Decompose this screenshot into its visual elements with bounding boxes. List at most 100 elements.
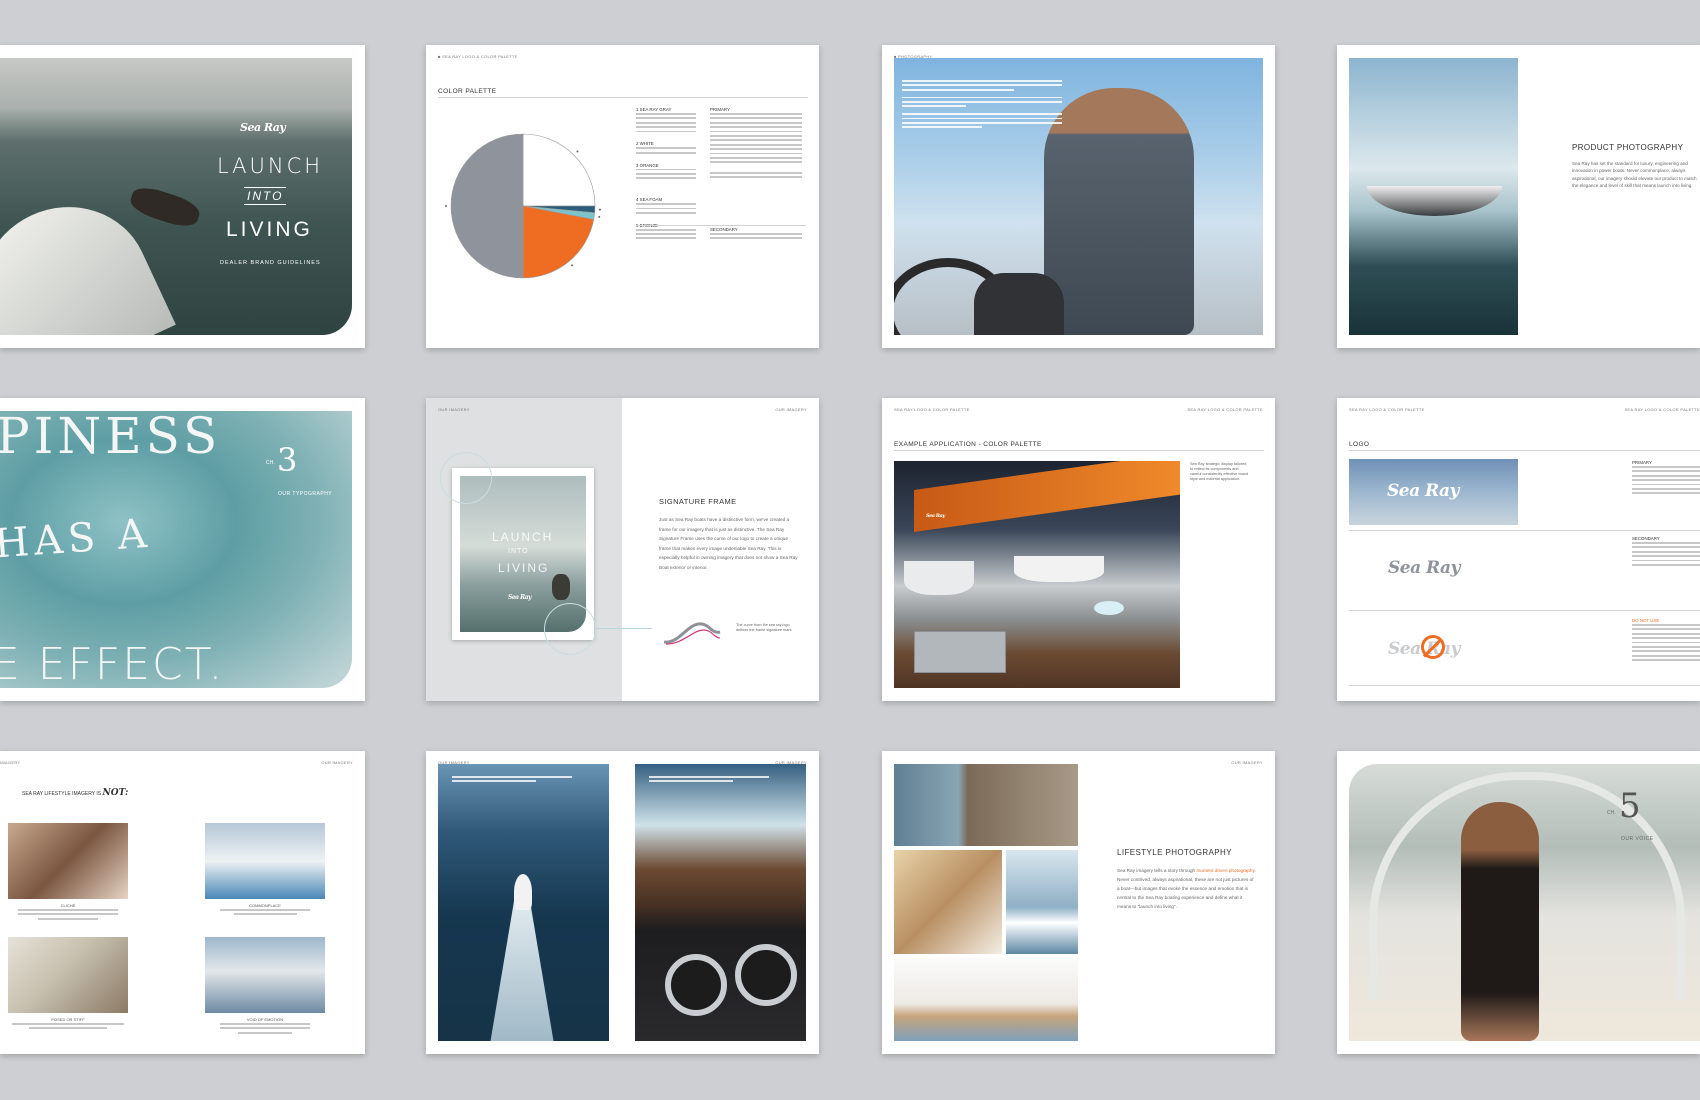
desc-void [220, 1023, 310, 1036]
title-rule [894, 450, 1264, 451]
page-header-right: SEA RAY LOGO & COLOR PALETTE [1187, 407, 1263, 412]
lifestyle-body-start: Sea Ray imagery tells a story through [1117, 868, 1196, 873]
thumb-commonplace [205, 823, 325, 899]
donot-label: DO NOT USE [1632, 618, 1660, 623]
primary-block: PRIMARY [710, 107, 802, 181]
secondary-label: SECONDARY [710, 227, 738, 232]
photo-selfie [894, 850, 1002, 954]
spread-imagery-boats[interactable]: OUR IMAGERY OUR IMAGERY [426, 751, 819, 1054]
boat-display-2 [904, 561, 974, 595]
big-type-top: PINESS [0, 411, 222, 465]
photo-wakeboard [1006, 850, 1078, 954]
page-header-left: SEA RAY LOGO & COLOR PALETTE [894, 407, 970, 412]
logo-gray: Sea Ray [1388, 558, 1460, 578]
lifestyle-body-end: . Never contrived, always aspirational, … [1117, 868, 1256, 909]
woman-boat-photo: CH. 5 OUR VOICE [1349, 764, 1700, 1041]
gauge-1 [665, 954, 727, 1016]
product-body: Sea Ray has set the standard for luxury,… [1572, 161, 1697, 189]
swatch-list: 1 SEA RAY GRAY 2 WHITE 3 ORANGE 4 SEA FO… [636, 107, 696, 242]
pie-marker-white [576, 150, 579, 153]
chapter-label: CH. [266, 460, 275, 466]
caption-cliche: CLICHÉ [60, 903, 76, 908]
spread-color-palette[interactable]: ■ SEA RAY LOGO & COLOR PALETTE COLOR PAL… [426, 45, 819, 348]
floor-light [1094, 601, 1124, 615]
secondary-block: SECONDARY [710, 227, 802, 242]
callout-line [594, 628, 652, 629]
spread-our-voice[interactable]: CH. 5 OUR VOICE [1337, 751, 1700, 1054]
cover-photo: Sea Ray LAUNCH INTO LIVING DEALER BRAND … [0, 58, 352, 335]
page-header-right: OUR IMAGERY [321, 760, 353, 765]
title-rule [438, 97, 808, 98]
page-header-left: ■ SEA RAY LOGO & COLOR PALETTE [438, 54, 518, 59]
logo-on-photo: Sea Ray [1349, 459, 1518, 525]
overlay-text-right [649, 776, 769, 785]
inset-title-3: LIVING [498, 561, 550, 575]
side-note: Sea Ray strategic display tailored to re… [1190, 462, 1249, 481]
boat-deck-gauges-photo [635, 764, 806, 1041]
title-rule [1349, 450, 1700, 451]
overlay-text-left [452, 776, 572, 785]
inset-logo: Sea Ray [508, 594, 532, 601]
swatch-3: 3 ORANGE [636, 162, 659, 168]
lifestyle-body: Sea Ray imagery tells a story through mo… [1117, 866, 1257, 911]
overlay-text [902, 80, 1062, 131]
logo-rule-1 [1349, 530, 1700, 531]
swatch-2: 2 WHITE [636, 141, 654, 147]
spread-product-photography[interactable]: PRODUCT PHOTOGRAPHY Sea Ray has set the … [1337, 45, 1700, 348]
boat-shape [1367, 186, 1502, 216]
caption-commonplace: COMMONPLACE [249, 903, 281, 908]
cover-title-1: LAUNCH [217, 154, 324, 178]
not-title-text: SEA RAY LIFESTYLE IMAGERY IS [22, 791, 102, 797]
pie-slice-white [522, 133, 596, 207]
logo-white: Sea Ray [1387, 481, 1459, 501]
signature-heading: SIGNATURE FRAME [659, 497, 737, 506]
thumb-void [205, 937, 325, 1013]
blurred-sea-photo: PINESS HAS A E EFFECT. CH. 3 OUR TYPOGRA… [0, 411, 352, 688]
page-header-left: OUR IMAGERY [438, 407, 470, 412]
swatch-1: 1 SEA RAY GRAY [636, 107, 672, 112]
desc-cliche [18, 909, 118, 922]
showroom-photo: Sea Ray [894, 461, 1180, 688]
spread-typography[interactable]: PINESS HAS A E EFFECT. CH. 3 OUR TYPOGRA… [0, 398, 365, 701]
man-figure [1044, 88, 1194, 335]
page-header-right: OUR IMAGERY [1231, 760, 1263, 765]
diver-figure [127, 182, 203, 232]
spread-signature-frame[interactable]: OUR IMAGERY OUR IMAGERY LAUNCH INTO LIVI… [426, 398, 819, 701]
big-type-bottom: E EFFECT. [0, 639, 225, 688]
chapter-name: OUR TYPOGRAPHY [278, 491, 333, 497]
logo-rule-3 [1349, 685, 1700, 686]
pie-marker-blue [598, 208, 601, 211]
lifestyle-heading: LIFESTYLE PHOTOGRAPHY [1117, 848, 1232, 857]
spread-photography[interactable]: ■ PHOTOGRAPHY [882, 45, 1275, 348]
caption-void: VOID OF EMOTION [246, 1017, 284, 1022]
spread-logo[interactable]: SEA RAY LOGO & COLOR PALETTE SEA RAY LOG… [1337, 398, 1700, 701]
product-heading: PRODUCT PHOTOGRAPHY [1572, 143, 1684, 152]
page-header-left: SEA RAY LOGO & COLOR PALETTE [1349, 407, 1425, 412]
ch-label: CH. [1607, 810, 1616, 816]
spread-lifestyle-not[interactable]: IMAGERY OUR IMAGERY SEA RAY LIFESTYLE IM… [0, 751, 365, 1054]
photo-woman-hair [894, 958, 1078, 1041]
gauge-2 [735, 944, 797, 1006]
woman-figure [1461, 802, 1539, 1041]
primary-label: PRIMARY [1632, 460, 1652, 465]
boat-display-1 [1014, 556, 1104, 582]
spread-cover[interactable]: Sea Ray LAUNCH INTO LIVING DEALER BRAND … [0, 45, 365, 348]
page-header-left: IMAGERY [0, 760, 21, 765]
signature-curve-icon [663, 622, 721, 645]
cover-title-2: INTO [244, 187, 287, 205]
boat-wake-aerial-photo [438, 764, 609, 1041]
pie-marker-sea-ray-gray [445, 205, 447, 207]
ch-name: OUR VOICE [1621, 836, 1654, 842]
page-title: EXAMPLE APPLICATION - COLOR PALETTE [894, 441, 1042, 448]
cover-title-3: LIVING [226, 218, 313, 241]
caption-posed: POSED OR STIFF [51, 1017, 85, 1022]
sea-ray-logo: Sea Ray [240, 121, 286, 134]
throttle [974, 273, 1064, 335]
spread-example-application[interactable]: SEA RAY LOGO & COLOR PALETTE SEA RAY LOG… [882, 398, 1275, 701]
secondary-label: SECONDARY [1632, 536, 1660, 541]
chapter-number: 3 [277, 441, 298, 479]
inset-title-1: LAUNCH [492, 530, 554, 544]
pie-marker-teal [598, 215, 601, 218]
spread-lifestyle-photography[interactable]: OUR IMAGERY LIFESTYLE PHOTOGRAPHY Sea Ra… [882, 751, 1275, 1054]
photo-feet-dock [894, 764, 1078, 846]
